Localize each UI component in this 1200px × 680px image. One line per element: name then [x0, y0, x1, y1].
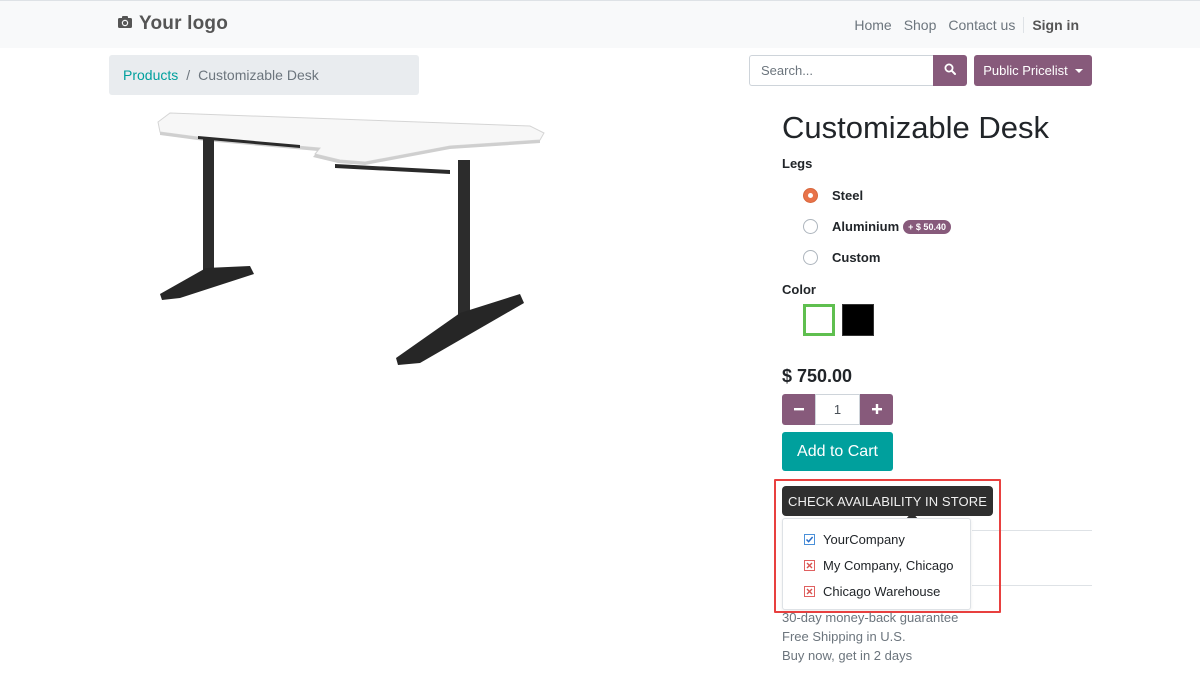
logo-text: Your logo [139, 13, 229, 34]
nav-contact-us[interactable]: Contact us [942, 17, 1021, 33]
logo[interactable]: Your logo [117, 13, 228, 35]
nav-shop[interactable]: Shop [898, 17, 943, 33]
search-bar [749, 55, 967, 86]
quantity-increase-button[interactable] [860, 394, 893, 425]
nav-home[interactable]: Home [848, 17, 897, 33]
quantity-stepper [782, 394, 893, 425]
legs-option-steel[interactable]: Steel [803, 188, 863, 203]
legs-option-label: Aluminium [832, 219, 900, 234]
legs-label: Legs [782, 156, 813, 171]
legs-option-label: Custom [832, 250, 881, 265]
quantity-input[interactable] [815, 394, 860, 425]
breadcrumb: Products / Customizable Desk [109, 55, 419, 95]
radio-custom[interactable] [803, 250, 818, 265]
quantity-decrease-button[interactable] [782, 394, 815, 425]
search-button[interactable] [933, 55, 967, 86]
search-input[interactable] [749, 55, 933, 86]
search-icon [944, 62, 956, 80]
radio-aluminium[interactable] [803, 219, 818, 234]
top-navbar: Your logo Home Shop Contact us Sign in [0, 0, 1200, 48]
color-label: Color [782, 282, 816, 297]
caret-down-icon [1074, 68, 1083, 73]
pricelist-label: Public Pricelist [983, 63, 1068, 78]
product-title: Customizable Desk [782, 110, 1050, 145]
add-to-cart-button[interactable]: Add to Cart [782, 432, 893, 471]
camera-icon [117, 15, 133, 34]
color-swatch-black[interactable] [842, 304, 874, 336]
pricelist-dropdown[interactable]: Public Pricelist [974, 55, 1092, 86]
price-extra-badge: + $ 50.40 [903, 219, 951, 234]
feature-guarantee: 30-day money-back guarantee [782, 610, 959, 625]
plus-icon [871, 401, 882, 419]
radio-steel[interactable] [803, 188, 818, 203]
highlight-box [774, 479, 1001, 613]
main-nav: Home Shop Contact us Sign in [848, 17, 1085, 33]
feature-shipping: Free Shipping in U.S. [782, 629, 906, 644]
feature-delivery: Buy now, get in 2 days [782, 648, 913, 663]
product-price: $ 750.00 [782, 366, 853, 386]
minus-icon [793, 401, 804, 419]
product-image [150, 108, 550, 373]
sign-in-link[interactable]: Sign in [1023, 17, 1085, 33]
legs-option-custom[interactable]: Custom [803, 250, 880, 265]
color-swatch-white[interactable] [803, 304, 835, 336]
breadcrumb-current: Customizable Desk [198, 67, 319, 83]
legs-option-aluminium[interactable]: Aluminium + $ 50.40 [803, 219, 951, 234]
breadcrumb-separator: / [186, 67, 191, 83]
breadcrumb-products-link[interactable]: Products [123, 67, 178, 83]
legs-option-label: Steel [832, 188, 864, 203]
